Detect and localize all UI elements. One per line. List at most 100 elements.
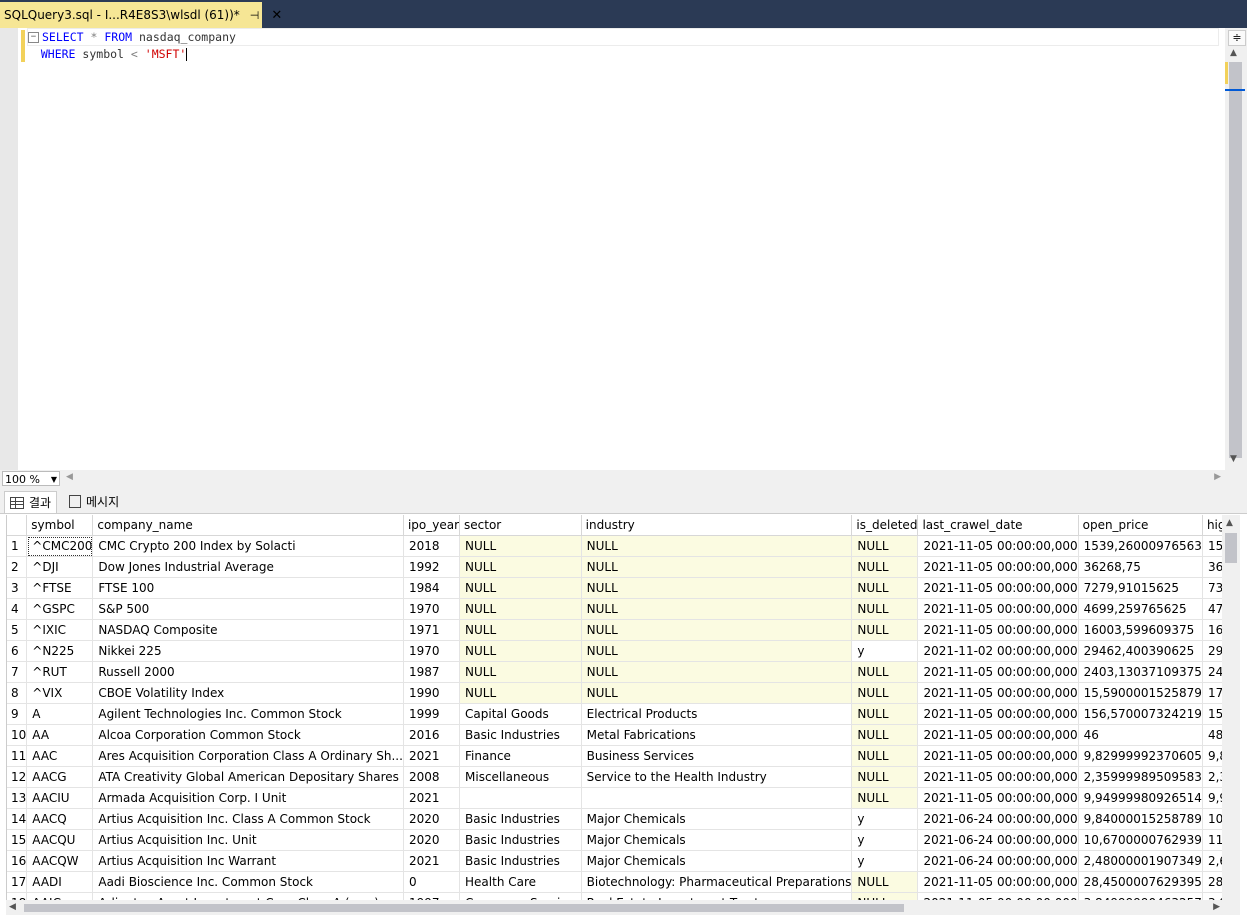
cell-high[interactable]: 1605 (1202, 619, 1223, 641)
cell-sector[interactable]: NULL (459, 619, 582, 641)
pin-icon[interactable]: ⊣ (250, 9, 260, 22)
table-row[interactable]: 4 ^GSPC S&P 500 1970 NULL NULL NULL 2021-11-05 … (7, 598, 1223, 620)
row-number[interactable]: 18 (7, 892, 28, 900)
cell-open-price[interactable]: 36268,75 (1078, 556, 1203, 578)
cell-ipo-year[interactable]: 1987 (403, 661, 461, 683)
scroll-up-icon[interactable]: ▲ (1226, 518, 1233, 528)
cell-last-crawel-date[interactable]: 2021-06-24 00:00:00,000 (917, 829, 1079, 851)
cell-is-deleted[interactable]: NULL (851, 724, 919, 746)
cell-last-crawel-date[interactable]: 2021-06-24 00:00:00,000 (917, 808, 1079, 830)
table-row[interactable]: 5 ^IXIC NASDAQ Composite 1971 NULL NULL NULL 20… (7, 619, 1223, 641)
query-line-1[interactable]: − SELECT * FROM nasdaq_company (27, 28, 1219, 46)
table-row[interactable]: 17 AADI Aadi Bioscience Inc. Common Stock 0… (7, 871, 1223, 893)
cell-high[interactable]: 28,4 (1202, 871, 1223, 893)
cell-company-name[interactable]: CMC Crypto 200 Index by Solacti (92, 535, 404, 557)
table-row[interactable]: 7 ^RUT Russell 2000 1987 NULL NULL NULL 2021-11… (7, 661, 1223, 683)
cell-sector[interactable]: NULL (459, 640, 582, 662)
cell-last-crawel-date[interactable]: 2021-11-05 00:00:00,000 (917, 577, 1079, 599)
results-grid[interactable]: symbol company_name ipo_year sector indu… (6, 515, 1223, 900)
corner-header[interactable] (7, 515, 28, 536)
cell-industry[interactable]: NULL (581, 682, 853, 704)
table-row[interactable]: 8 ^VIX CBOE Volatility Index 1990 NULL NULL NU… (7, 682, 1223, 704)
cell-company-name[interactable]: Artius Acquisition Inc. Unit (92, 829, 404, 851)
cell-high[interactable]: 17,0 (1202, 682, 1223, 704)
cell-sector[interactable]: Health Care (459, 871, 582, 893)
cell-last-crawel-date[interactable]: 2021-11-05 00:00:00,000 (917, 766, 1079, 788)
tab-messages[interactable]: 메시지 (64, 491, 124, 512)
cell-open-price[interactable]: 15,5900001525879 (1078, 682, 1203, 704)
row-number[interactable]: 4 (7, 598, 28, 620)
cell-last-crawel-date[interactable]: 2021-11-05 00:00:00,000 (917, 787, 1079, 809)
cell-is-deleted[interactable]: y (851, 640, 919, 662)
table-row[interactable]: 1 ^CMC200 CMC Crypto 200 Index by Solacti 2… (7, 535, 1223, 557)
document-tab[interactable]: SQLQuery3.sql - I...R4E8S3\wlsdl (61))* … (0, 2, 282, 28)
cell-company-name[interactable]: ATA Creativity Global American Depositar… (92, 766, 404, 788)
cell-last-crawel-date[interactable]: 2021-11-02 00:00:00,000 (917, 640, 1079, 662)
cell-last-crawel-date[interactable]: 2021-11-05 00:00:00,000 (917, 724, 1079, 746)
table-row[interactable]: 14 AACQ Artius Acquisition Inc. Class A Co… (7, 808, 1223, 830)
cell-industry[interactable]: NULL (581, 556, 853, 578)
cell-ipo-year[interactable]: 1999 (403, 703, 461, 725)
cell-symbol[interactable]: A (26, 703, 94, 725)
cell-industry[interactable]: Service to the Health Industry (581, 766, 853, 788)
row-number[interactable]: 8 (7, 682, 28, 704)
cell-sector[interactable]: Finance (459, 745, 582, 767)
cell-last-crawel-date[interactable]: 2021-11-05 00:00:00,000 (917, 703, 1079, 725)
scroll-left-icon[interactable]: ◀ (9, 902, 16, 912)
cell-symbol[interactable]: AACG (26, 766, 94, 788)
table-row[interactable]: 6 ^N225 Nikkei 225 1970 NULL NULL y 2021-11-02 … (7, 640, 1223, 662)
cell-company-name[interactable]: Russell 2000 (92, 661, 404, 683)
cell-sector[interactable]: Basic Industries (459, 724, 582, 746)
cell-company-name[interactable]: Ares Acquisition Corporation Class A Ord… (92, 745, 404, 767)
cell-ipo-year[interactable]: 1970 (403, 640, 461, 662)
cell-open-price[interactable]: 46 (1078, 724, 1203, 746)
cell-open-price[interactable]: 9,94999980926514 (1078, 787, 1203, 809)
cell-symbol[interactable]: ^FTSE (26, 577, 94, 599)
cell-is-deleted[interactable]: NULL (851, 745, 919, 767)
cell-symbol[interactable]: ^GSPC (26, 598, 94, 620)
cell-open-price[interactable]: 28,4500007629395 (1078, 871, 1203, 893)
results-table[interactable]: symbol company_name ipo_year sector indu… (7, 515, 1223, 900)
collapse-icon[interactable]: − (28, 32, 39, 43)
zoom-select[interactable]: 100 % ▼ (2, 471, 60, 486)
cell-ipo-year[interactable]: 1997 (403, 892, 461, 900)
cell-ipo-year[interactable]: 2021 (403, 745, 461, 767)
cell-industry[interactable]: NULL (581, 598, 853, 620)
cell-sector[interactable]: NULL (459, 661, 582, 683)
table-row[interactable]: 3 ^FTSE FTSE 100 1984 NULL NULL NULL 2021-11-05… (7, 577, 1223, 599)
cell-last-crawel-date[interactable]: 2021-11-05 00:00:00,000 (917, 871, 1079, 893)
query-text[interactable]: − SELECT * FROM nasdaq_company WHERE symb… (27, 28, 1219, 62)
cell-symbol[interactable]: AAIC (26, 892, 94, 900)
cell-symbol[interactable]: ^VIX (26, 682, 94, 704)
cell-industry[interactable]: Major Chemicals (581, 829, 853, 851)
cell-company-name[interactable]: Alcoa Corporation Common Stock (92, 724, 404, 746)
grid-scroll-thumb[interactable] (1225, 533, 1237, 563)
cell-company-name[interactable]: NASDAQ Composite (92, 619, 404, 641)
cell-ipo-year[interactable]: 2021 (403, 850, 461, 872)
cell-is-deleted[interactable]: y (851, 808, 919, 830)
cell-symbol[interactable]: AACQU (26, 829, 94, 851)
cell-ipo-year[interactable]: 1971 (403, 619, 461, 641)
cell-ipo-year[interactable]: 1992 (403, 556, 461, 578)
scroll-right-icon[interactable]: ▶ (1214, 472, 1221, 482)
cell-symbol[interactable]: ^IXIC (26, 619, 94, 641)
row-number[interactable]: 1 (7, 535, 28, 557)
cell-ipo-year[interactable]: 2008 (403, 766, 461, 788)
table-row[interactable]: 15 AACQU Artius Acquisition Inc. Unit 2020 B… (7, 829, 1223, 851)
cell-industry[interactable] (581, 787, 853, 809)
grid-hscroll-thumb[interactable] (24, 904, 904, 912)
cell-sector[interactable] (459, 787, 582, 809)
cell-open-price[interactable]: 9,82999992370605 (1078, 745, 1203, 767)
cell-sector[interactable]: Consumer Services (459, 892, 582, 900)
cell-last-crawel-date[interactable]: 2021-11-05 00:00:00,000 (917, 619, 1079, 641)
cell-sector[interactable]: Basic Industries (459, 850, 582, 872)
cell-company-name[interactable]: Dow Jones Industrial Average (92, 556, 404, 578)
row-number[interactable]: 14 (7, 808, 28, 830)
cell-open-price[interactable]: 9,84000015258789 (1078, 808, 1203, 830)
cell-open-price[interactable]: 10,6700000762939 (1078, 829, 1203, 851)
cell-company-name[interactable]: FTSE 100 (92, 577, 404, 599)
cell-open-price[interactable]: 156,570007324219 (1078, 703, 1203, 725)
cell-industry[interactable]: NULL (581, 577, 853, 599)
row-number[interactable]: 3 (7, 577, 28, 599)
cell-last-crawel-date[interactable]: 2021-11-05 00:00:00,000 (917, 745, 1079, 767)
